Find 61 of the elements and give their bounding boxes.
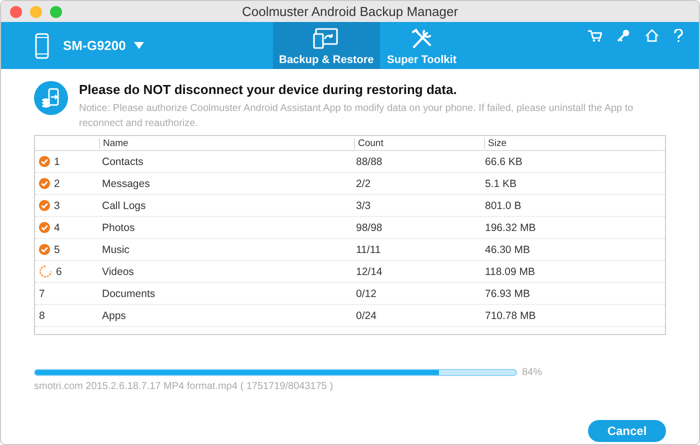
device-selector[interactable]: SM-G9200 — [1, 22, 273, 69]
window-title: Coolmuster Android Backup Manager — [242, 4, 458, 19]
table-cell-text: Videos — [101, 266, 135, 278]
row-number: 7 — [39, 288, 45, 300]
notice-text: Notice: Please authorize Coolmuster Android Assistant App to modify data on your phone. If failed, please uninstall the App to reconnect and reauthorize. — [79, 102, 634, 131]
column-header: Size — [484, 138, 665, 148]
table-cell-text: 66.6 KB — [484, 156, 524, 168]
row-number: 6 — [56, 266, 62, 278]
sync-monitor-icon — [313, 28, 340, 50]
tab[interactable]: Backup & Restore — [273, 22, 380, 69]
table-cell-text: 5.1 KB — [484, 178, 518, 190]
row-number: 2 — [54, 178, 60, 190]
help-icon[interactable] — [674, 29, 683, 42]
cancel-button[interactable]: Cancel — [588, 420, 666, 442]
table-cell-text: 98/98 — [355, 222, 384, 234]
row-number: 4 — [54, 222, 60, 234]
table-cell-text: 118.09 MB — [484, 266, 536, 278]
table-cell-text: Contacts — [101, 156, 144, 168]
check-icon — [39, 200, 50, 211]
phone-icon — [35, 32, 49, 58]
check-icon — [39, 244, 50, 255]
spinner-icon — [39, 265, 52, 278]
column-header: Count — [354, 138, 484, 148]
home-icon[interactable] — [645, 29, 659, 42]
table-cell-text: Messages — [101, 178, 151, 190]
row-number: 3 — [54, 200, 60, 212]
table-cell-text: 88/88 — [355, 156, 384, 168]
cart-icon[interactable] — [588, 30, 602, 42]
table-cell-text: 196.32 MB — [484, 222, 537, 234]
zoom-button[interactable] — [50, 6, 62, 18]
progress-percent: 84% — [522, 367, 542, 378]
phone-transfer-icon — [34, 81, 68, 115]
row-number: 1 — [54, 156, 60, 168]
table-cell-text: 0/24 — [355, 310, 378, 322]
table-cell-text: 76.93 MB — [484, 288, 531, 300]
column-header: Name — [99, 138, 354, 148]
row-number: 5 — [54, 244, 60, 256]
tools-icon — [410, 28, 434, 50]
table-cell-text: Photos — [101, 222, 136, 234]
tab[interactable]: Super Toolkit — [380, 22, 464, 69]
table-cell-text: 12/14 — [355, 266, 384, 278]
caret-icon — [134, 42, 144, 50]
table-cell-text: 0/12 — [355, 288, 378, 300]
table-cell-text: Music — [101, 244, 130, 256]
table-cell-text: 3/3 — [355, 200, 372, 212]
row-number: 8 — [39, 310, 45, 322]
table-cell-text: 2/2 — [355, 178, 372, 190]
warning-heading: Please do NOT disconnect your device during restoring data. — [79, 82, 458, 97]
table-cell-text: Call Logs — [101, 200, 147, 212]
table-cell-text: 710.78 MB — [484, 310, 537, 322]
table-cell-text: Documents — [101, 288, 156, 300]
table-cell-text: 801.0 B — [484, 200, 522, 212]
table-cell-text: 11/11 — [355, 244, 382, 256]
current-file: smotri.com 2015.2.6.18.7.17 MP4 format.mp4 ( 1751719/8043175 ) — [34, 381, 334, 392]
table-cell-text: Apps — [101, 310, 127, 322]
check-icon — [39, 222, 50, 233]
table-cell-text: 46.30 MB — [484, 244, 531, 256]
check-icon — [39, 156, 50, 167]
check-icon — [39, 178, 50, 189]
close-button[interactable] — [10, 6, 22, 18]
key-icon[interactable] — [617, 29, 630, 42]
